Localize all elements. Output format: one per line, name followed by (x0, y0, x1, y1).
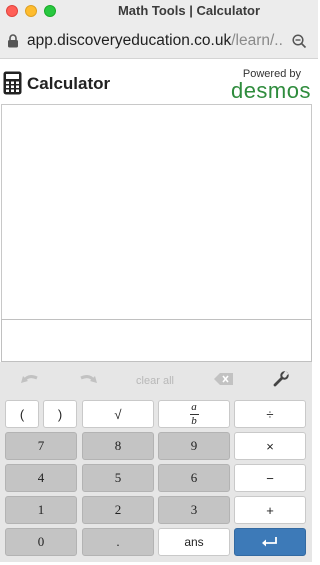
window-title: Math Tools | Calculator (117, 3, 261, 18)
window-titlebar: Math Tools | Calculator (0, 0, 318, 22)
address-bar[interactable]: app.discoveryeducation.co.uk/learn/... (0, 22, 318, 59)
page-title: Calculator (27, 74, 111, 93)
wrench-icon (273, 371, 289, 387)
redo-arrow-icon (80, 375, 97, 383)
digit-7-key[interactable]: 7 (5, 432, 77, 460)
expression-input[interactable] (1, 319, 312, 362)
zoom-out-icon[interactable] (292, 34, 307, 49)
divide-key[interactable]: ÷ (234, 400, 306, 428)
close-paren-key[interactable]: ) (43, 400, 77, 428)
expression-history (1, 104, 312, 320)
multiply-key[interactable]: × (234, 432, 306, 460)
sqrt-key[interactable]: √ (82, 400, 154, 428)
backspace-button[interactable] (212, 368, 236, 390)
redo-button[interactable] (76, 368, 100, 390)
minus-key[interactable]: − (234, 464, 306, 492)
digit-8-key[interactable]: 8 (82, 432, 154, 460)
enter-key[interactable] (234, 528, 306, 556)
keypad-toolbar: clear all (0, 362, 312, 396)
clear-all-button[interactable]: clear all (125, 375, 185, 387)
enter-icon (262, 537, 277, 547)
digit-0-key[interactable]: 0 (5, 528, 77, 556)
url-path: /learn/... (231, 32, 283, 49)
plus-key[interactable]: + (234, 496, 306, 524)
digit-6-key[interactable]: 6 (158, 464, 230, 492)
digit-2-key[interactable]: 2 (82, 496, 154, 524)
undo-arrow-icon (21, 375, 38, 383)
desmos-logo[interactable]: desmos (231, 78, 311, 104)
minimize-window-button[interactable] (25, 5, 37, 17)
fraction-denominator: b (191, 414, 197, 427)
close-window-button[interactable] (6, 5, 18, 17)
settings-button[interactable] (270, 368, 292, 390)
fraction-key[interactable]: a b (158, 400, 230, 428)
open-paren-key[interactable]: ( (5, 400, 39, 428)
digit-4-key[interactable]: 4 (5, 464, 77, 492)
ans-key[interactable]: ans (158, 528, 230, 556)
decimal-point-key[interactable]: . (82, 528, 154, 556)
calculator-icon (3, 71, 22, 95)
backspace-icon (214, 373, 233, 385)
keypad: clear all ( ) √ a b ÷ 7 8 9 × 4 5 6 − 1 … (0, 362, 312, 562)
digit-5-key[interactable]: 5 (82, 464, 154, 492)
url-text[interactable]: app.discoveryeducation.co.uk/learn/... (27, 32, 283, 50)
fraction-icon: a b (189, 400, 199, 427)
digit-1-key[interactable]: 1 (5, 496, 77, 524)
digit-9-key[interactable]: 9 (158, 432, 230, 460)
app-header: Calculator Powered by desmos (0, 60, 318, 104)
digit-3-key[interactable]: 3 (158, 496, 230, 524)
url-host: app.discoveryeducation.co.uk (27, 32, 232, 49)
undo-button[interactable] (18, 368, 42, 390)
lock-icon (8, 34, 18, 48)
zoom-window-button[interactable] (44, 5, 56, 17)
fraction-numerator: a (191, 400, 197, 413)
